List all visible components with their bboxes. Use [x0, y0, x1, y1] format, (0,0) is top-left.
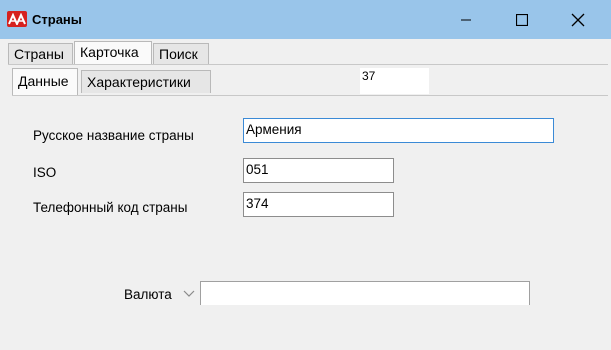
phone-code-field[interactable]: 374 — [243, 192, 394, 217]
chevron-down-icon[interactable] — [182, 287, 196, 301]
tab-countries-label: Страны — [14, 46, 64, 62]
iso-field[interactable]: 051 — [243, 158, 394, 183]
tab-card[interactable]: Карточка — [74, 41, 152, 64]
title-bar: Страны — [0, 0, 611, 39]
country-name-field[interactable]: Армения — [243, 118, 554, 143]
tab-card-label: Карточка — [80, 44, 139, 60]
maximize-button[interactable] — [499, 0, 545, 39]
tab-search-label: Поиск — [159, 46, 198, 62]
minimize-button[interactable] — [443, 0, 489, 39]
close-icon — [571, 13, 585, 26]
tab-data-label: Данные — [18, 73, 69, 89]
tab-characteristics[interactable]: Характеристики — [81, 70, 211, 93]
window-title: Страны — [32, 12, 82, 27]
tab-data[interactable]: Данные — [12, 68, 78, 95]
currency-label: Валюта — [124, 287, 172, 302]
close-button[interactable] — [555, 0, 601, 39]
country-name-label: Русское название страны — [33, 128, 194, 143]
tab-strip-divider — [8, 64, 608, 65]
maximize-icon — [516, 13, 528, 26]
phone-code-label: Телефонный код страны — [33, 200, 188, 215]
record-id: 37 — [360, 68, 429, 94]
tab-characteristics-label: Характеристики — [87, 74, 191, 90]
app-logo-icon — [7, 11, 27, 27]
minimize-icon — [461, 19, 471, 20]
tab-countries[interactable]: Страны — [8, 43, 73, 64]
subtab-strip-divider — [12, 95, 608, 96]
iso-label: ISO — [33, 165, 57, 180]
tab-search[interactable]: Поиск — [153, 43, 209, 64]
currency-combo[interactable] — [200, 281, 530, 305]
